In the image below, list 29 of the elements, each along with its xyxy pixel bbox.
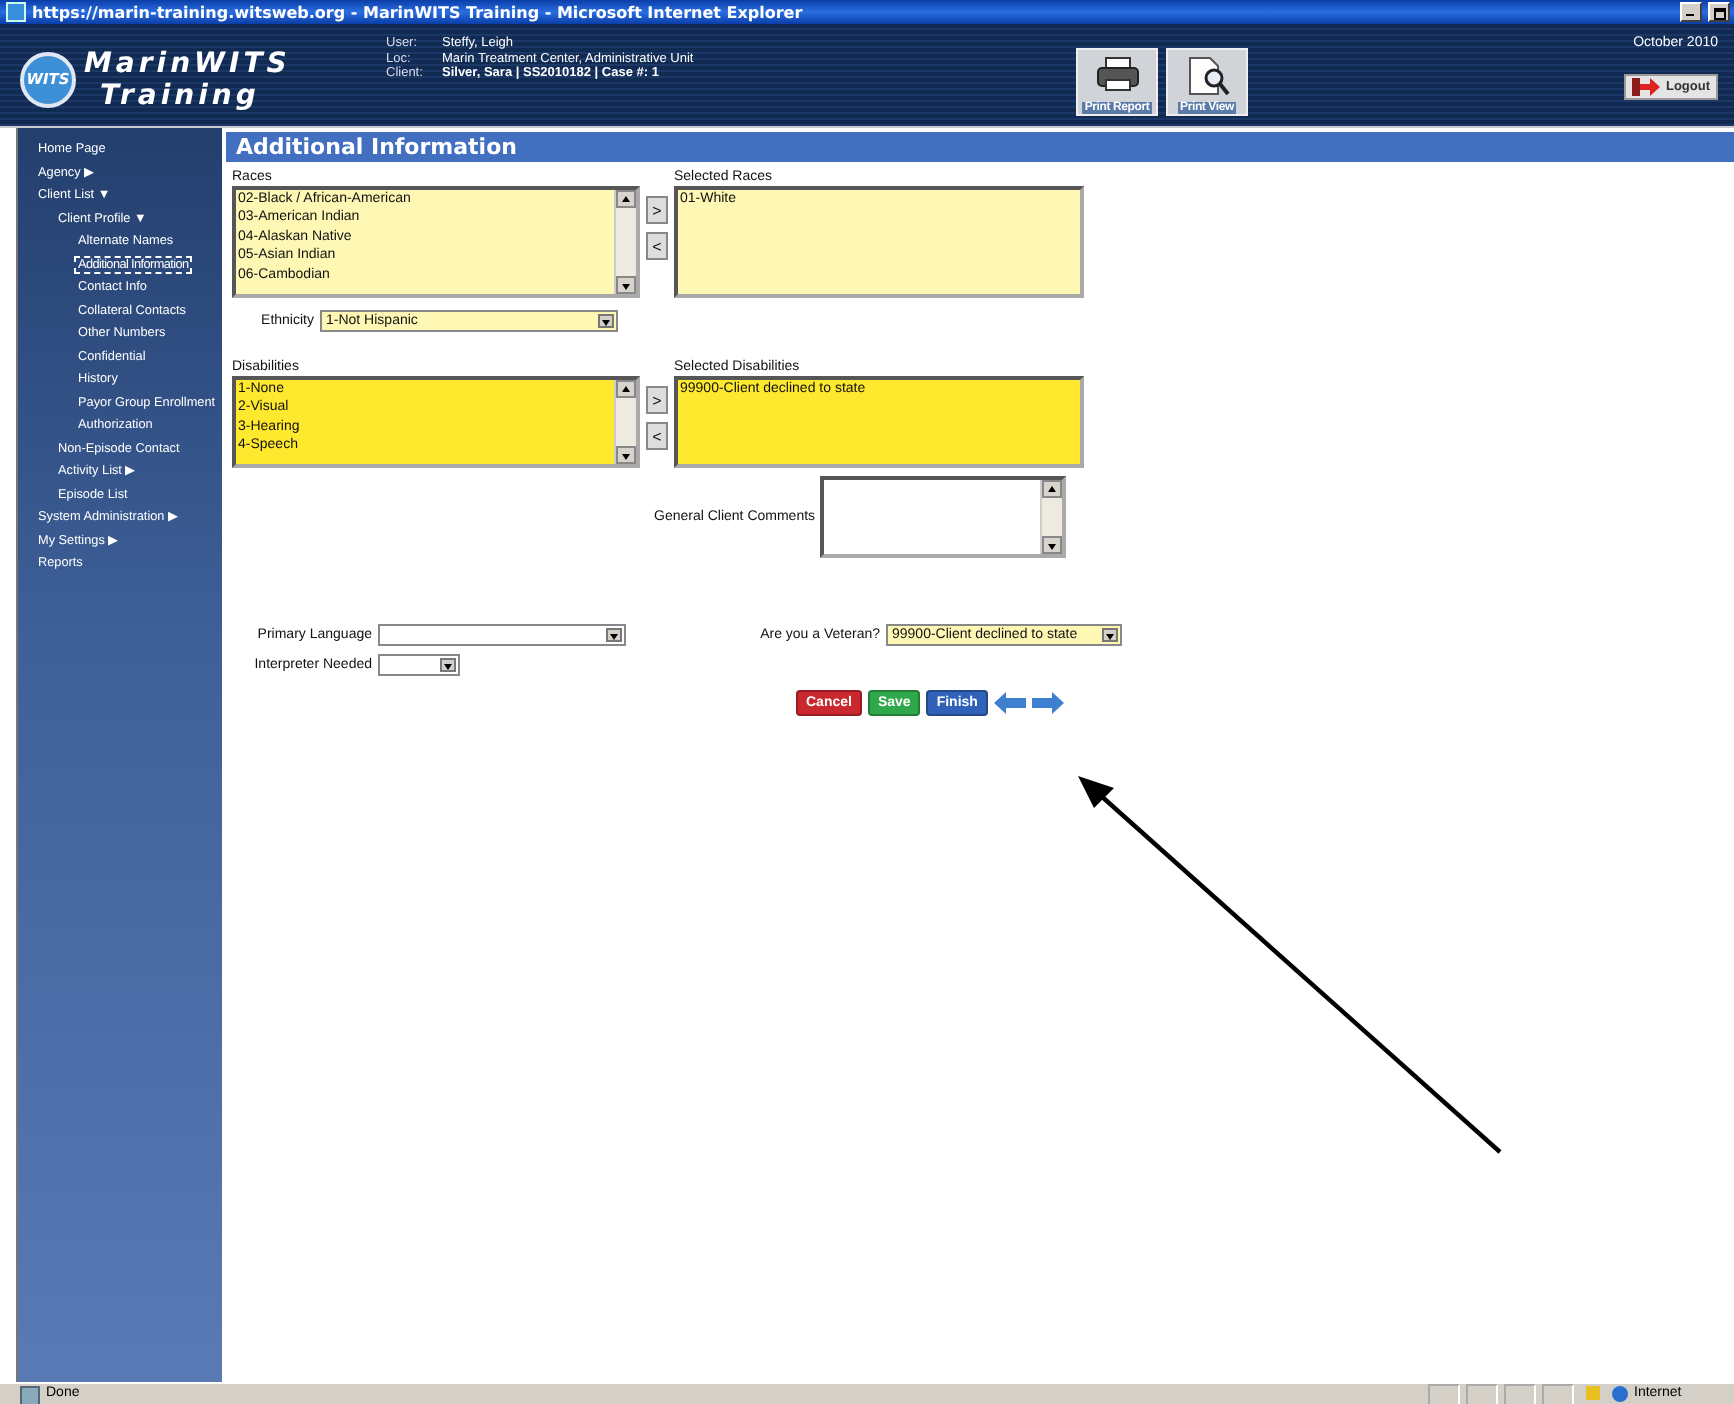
lock-icon (1586, 1386, 1600, 1400)
back-arrow-icon[interactable] (993, 692, 1026, 714)
interpreter-dropdown[interactable] (378, 654, 460, 676)
globe-icon (1612, 1386, 1628, 1402)
minimize-button[interactable] (1680, 2, 1702, 22)
comments-field[interactable] (820, 476, 1066, 558)
add-button[interactable]: > (646, 196, 668, 224)
remove-button[interactable]: < (646, 422, 668, 450)
primary-language-dropdown[interactable] (378, 624, 626, 646)
add-button[interactable]: > (646, 386, 668, 414)
document-magnifier-icon (1185, 56, 1229, 96)
status-panel (1428, 1384, 1460, 1404)
scrollbar[interactable] (614, 380, 636, 464)
printer-icon (1095, 56, 1139, 92)
scrollbar[interactable] (614, 190, 636, 294)
browser-icon (6, 2, 26, 22)
app-name: MarinWITS (84, 47, 291, 79)
remove-button[interactable]: < (646, 232, 668, 260)
forward-arrow-icon[interactable] (1031, 692, 1064, 714)
page-icon (20, 1386, 40, 1404)
status-panel (1466, 1384, 1498, 1404)
scrollbar[interactable] (1040, 480, 1062, 554)
window-title: https://marin-training.witsweb.org - MarinWITS Training - Microsoft Internet Explorer (32, 3, 805, 21)
status-panel (1542, 1384, 1574, 1404)
status-panel (1504, 1384, 1536, 1404)
app-subtitle: Training (98, 79, 262, 111)
restore-button[interactable] (1708, 2, 1730, 22)
page-title: Additional Information (226, 132, 1734, 162)
exit-arrow-icon (1631, 78, 1660, 96)
